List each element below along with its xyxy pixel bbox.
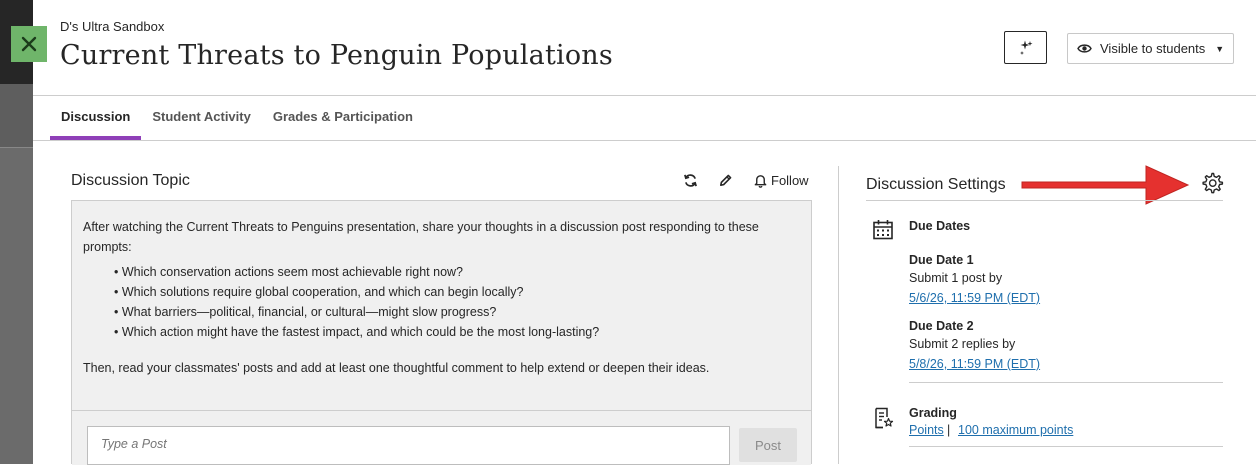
list-item: Which action might have the fastest impa…	[114, 322, 800, 342]
discussion-topic-body: After watching the Current Threats to Pe…	[71, 200, 812, 465]
page-title: Current Threats to Penguin Populations	[60, 40, 613, 71]
close-icon	[21, 36, 37, 52]
list-item: Which solutions require global cooperati…	[114, 282, 800, 302]
list-item: What barriers—political, financial, or c…	[114, 302, 800, 322]
due-dates-label: Due Dates	[909, 219, 971, 233]
eye-icon	[1077, 43, 1092, 54]
bell-icon	[754, 175, 767, 188]
tab-discussion[interactable]: Discussion	[50, 96, 142, 140]
ai-assist-button[interactable]	[1004, 31, 1047, 64]
pencil-icon[interactable]	[718, 173, 733, 188]
prompt-list: Which conservation actions seem most ach…	[114, 262, 800, 342]
max-points-link[interactable]: 100 maximum points	[958, 423, 1073, 437]
follow-button[interactable]: Follow	[753, 173, 809, 188]
separator: |	[947, 423, 951, 437]
post-button[interactable]: Post	[739, 428, 797, 462]
due-date-1-link[interactable]: 5/6/26, 11:59 PM (EDT)	[909, 291, 1040, 305]
settings-divider	[909, 382, 1223, 383]
settings-divider	[909, 446, 1223, 447]
tab-grades-participation[interactable]: Grades & Participation	[262, 96, 424, 140]
close-button[interactable]	[11, 26, 47, 62]
discussion-settings-heading: Discussion Settings	[866, 176, 1006, 193]
due-date-2-requirement: Submit 2 replies by	[909, 337, 1016, 351]
reply-area: Type a Post Post	[72, 410, 811, 465]
tabs-divider	[33, 140, 1256, 141]
refresh-icon[interactable]	[683, 173, 698, 188]
gear-icon[interactable]	[1200, 171, 1224, 195]
grading-icon	[874, 407, 894, 434]
list-item: Which conservation actions seem most ach…	[114, 262, 800, 282]
tab-bar: Discussion Student Activity Grades & Par…	[50, 96, 424, 140]
tab-student-activity[interactable]: Student Activity	[141, 96, 261, 140]
calendar-icon	[872, 219, 894, 246]
due-date-2-label: Due Date 2	[909, 319, 974, 333]
post-input[interactable]: Type a Post	[87, 426, 730, 465]
topic-intro: After watching the Current Threats to Pe…	[83, 220, 759, 254]
course-name: D's Ultra Sandbox	[60, 19, 165, 34]
follow-label: Follow	[771, 173, 809, 188]
annotation-arrow	[1021, 165, 1190, 205]
discussion-topic-heading: Discussion Topic	[71, 172, 190, 189]
due-date-1-label: Due Date 1	[909, 253, 974, 267]
visibility-dropdown[interactable]: Visible to students ▼	[1067, 33, 1234, 64]
visibility-label: Visible to students	[1100, 41, 1206, 56]
grading-scheme-link[interactable]: Points	[909, 423, 944, 437]
due-date-2-link[interactable]: 5/8/26, 11:59 PM (EDT)	[909, 357, 1040, 371]
due-date-1-requirement: Submit 1 post by	[909, 271, 1003, 285]
ai-sparkle-icon	[1019, 40, 1032, 55]
discussion-panel: D's Ultra Sandbox Current Threats to Pen…	[33, 0, 1256, 465]
settings-divider	[866, 200, 1223, 201]
grading-label: Grading	[909, 406, 957, 420]
chevron-down-icon: ▼	[1215, 43, 1225, 54]
topic-outro: Then, read your classmates' posts and ad…	[83, 361, 710, 375]
topic-actions: Follow	[683, 173, 809, 188]
column-divider	[838, 166, 839, 464]
